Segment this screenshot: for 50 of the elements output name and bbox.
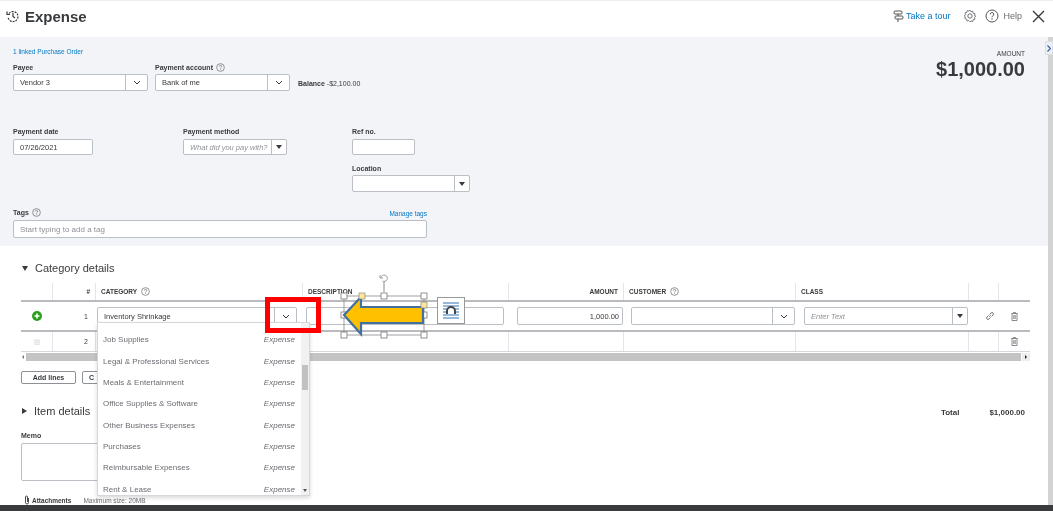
scroll-down-icon[interactable] [303, 489, 307, 492]
highlight-frame [265, 297, 321, 333]
trash-icon[interactable] [1011, 337, 1018, 346]
dropdown-option[interactable]: Job Supplies Expense [98, 334, 301, 346]
dropdown-option[interactable]: Legal & Professional Services Expense [98, 355, 301, 368]
section-title: Item details [34, 405, 91, 417]
link-icon[interactable] [985, 311, 995, 321]
dropdown-option[interactable]: Meals & Entertainment Expense [98, 376, 301, 389]
location-field[interactable] [352, 175, 470, 192]
total-label: Total [940, 408, 960, 417]
tags-field[interactable]: Start typing to add a tag [13, 220, 427, 238]
chevron-down-icon [132, 80, 141, 85]
section-title: Category details [35, 262, 115, 274]
collapse-triangle-icon[interactable] [22, 265, 28, 271]
dropdown-option[interactable]: Office Supplies & Software Expense [98, 397, 301, 410]
dropdown-option[interactable]: Reimbursable Expenses Expense [98, 461, 301, 474]
add-row-icon[interactable] [31, 311, 42, 321]
help-icon [985, 9, 1000, 23]
expand-tab[interactable] [1045, 41, 1053, 55]
customer-field[interactable] [631, 307, 795, 325]
caret-down-icon [957, 314, 963, 318]
ref-no-field[interactable] [352, 139, 415, 155]
vertical-scrollbar[interactable] [301, 323, 309, 495]
close-icon[interactable] [1032, 9, 1045, 23]
help-icon [215, 63, 225, 72]
layout-options-icon[interactable] [437, 297, 465, 324]
adjust-handles[interactable] [358, 292, 428, 309]
caret-down-icon [276, 145, 282, 149]
caret-down-icon [459, 181, 465, 186]
dropdown-option[interactable]: Rent & Lease Expense [98, 483, 301, 495]
dropdown-option[interactable]: Purchases Expense [98, 440, 301, 453]
chevron-down-icon [779, 313, 788, 319]
total-value: $1,000.00 [989, 408, 1025, 417]
dropdown-option[interactable]: Other Business Expenses Expense [98, 419, 301, 432]
scroll-thumb[interactable] [302, 365, 308, 390]
expand-triangle-icon[interactable] [22, 408, 27, 414]
chevron-down-icon [281, 313, 290, 319]
rotate-icon[interactable] [379, 274, 388, 293]
trash-icon[interactable] [1010, 311, 1018, 321]
scroll-right-icon[interactable] [1022, 352, 1030, 361]
signpost-icon [892, 10, 904, 22]
chevron-right-icon [1047, 44, 1051, 52]
page-title: Expense [25, 7, 87, 25]
help-button[interactable]: Help [985, 9, 1022, 23]
settings-icon[interactable] [963, 9, 978, 23]
chevron-down-icon [274, 80, 283, 85]
tour-link[interactable]: Take a tour [892, 10, 951, 22]
history-icon [6, 9, 20, 23]
help-icon [31, 208, 41, 217]
amount-value: $1,000.00 [936, 58, 1025, 81]
